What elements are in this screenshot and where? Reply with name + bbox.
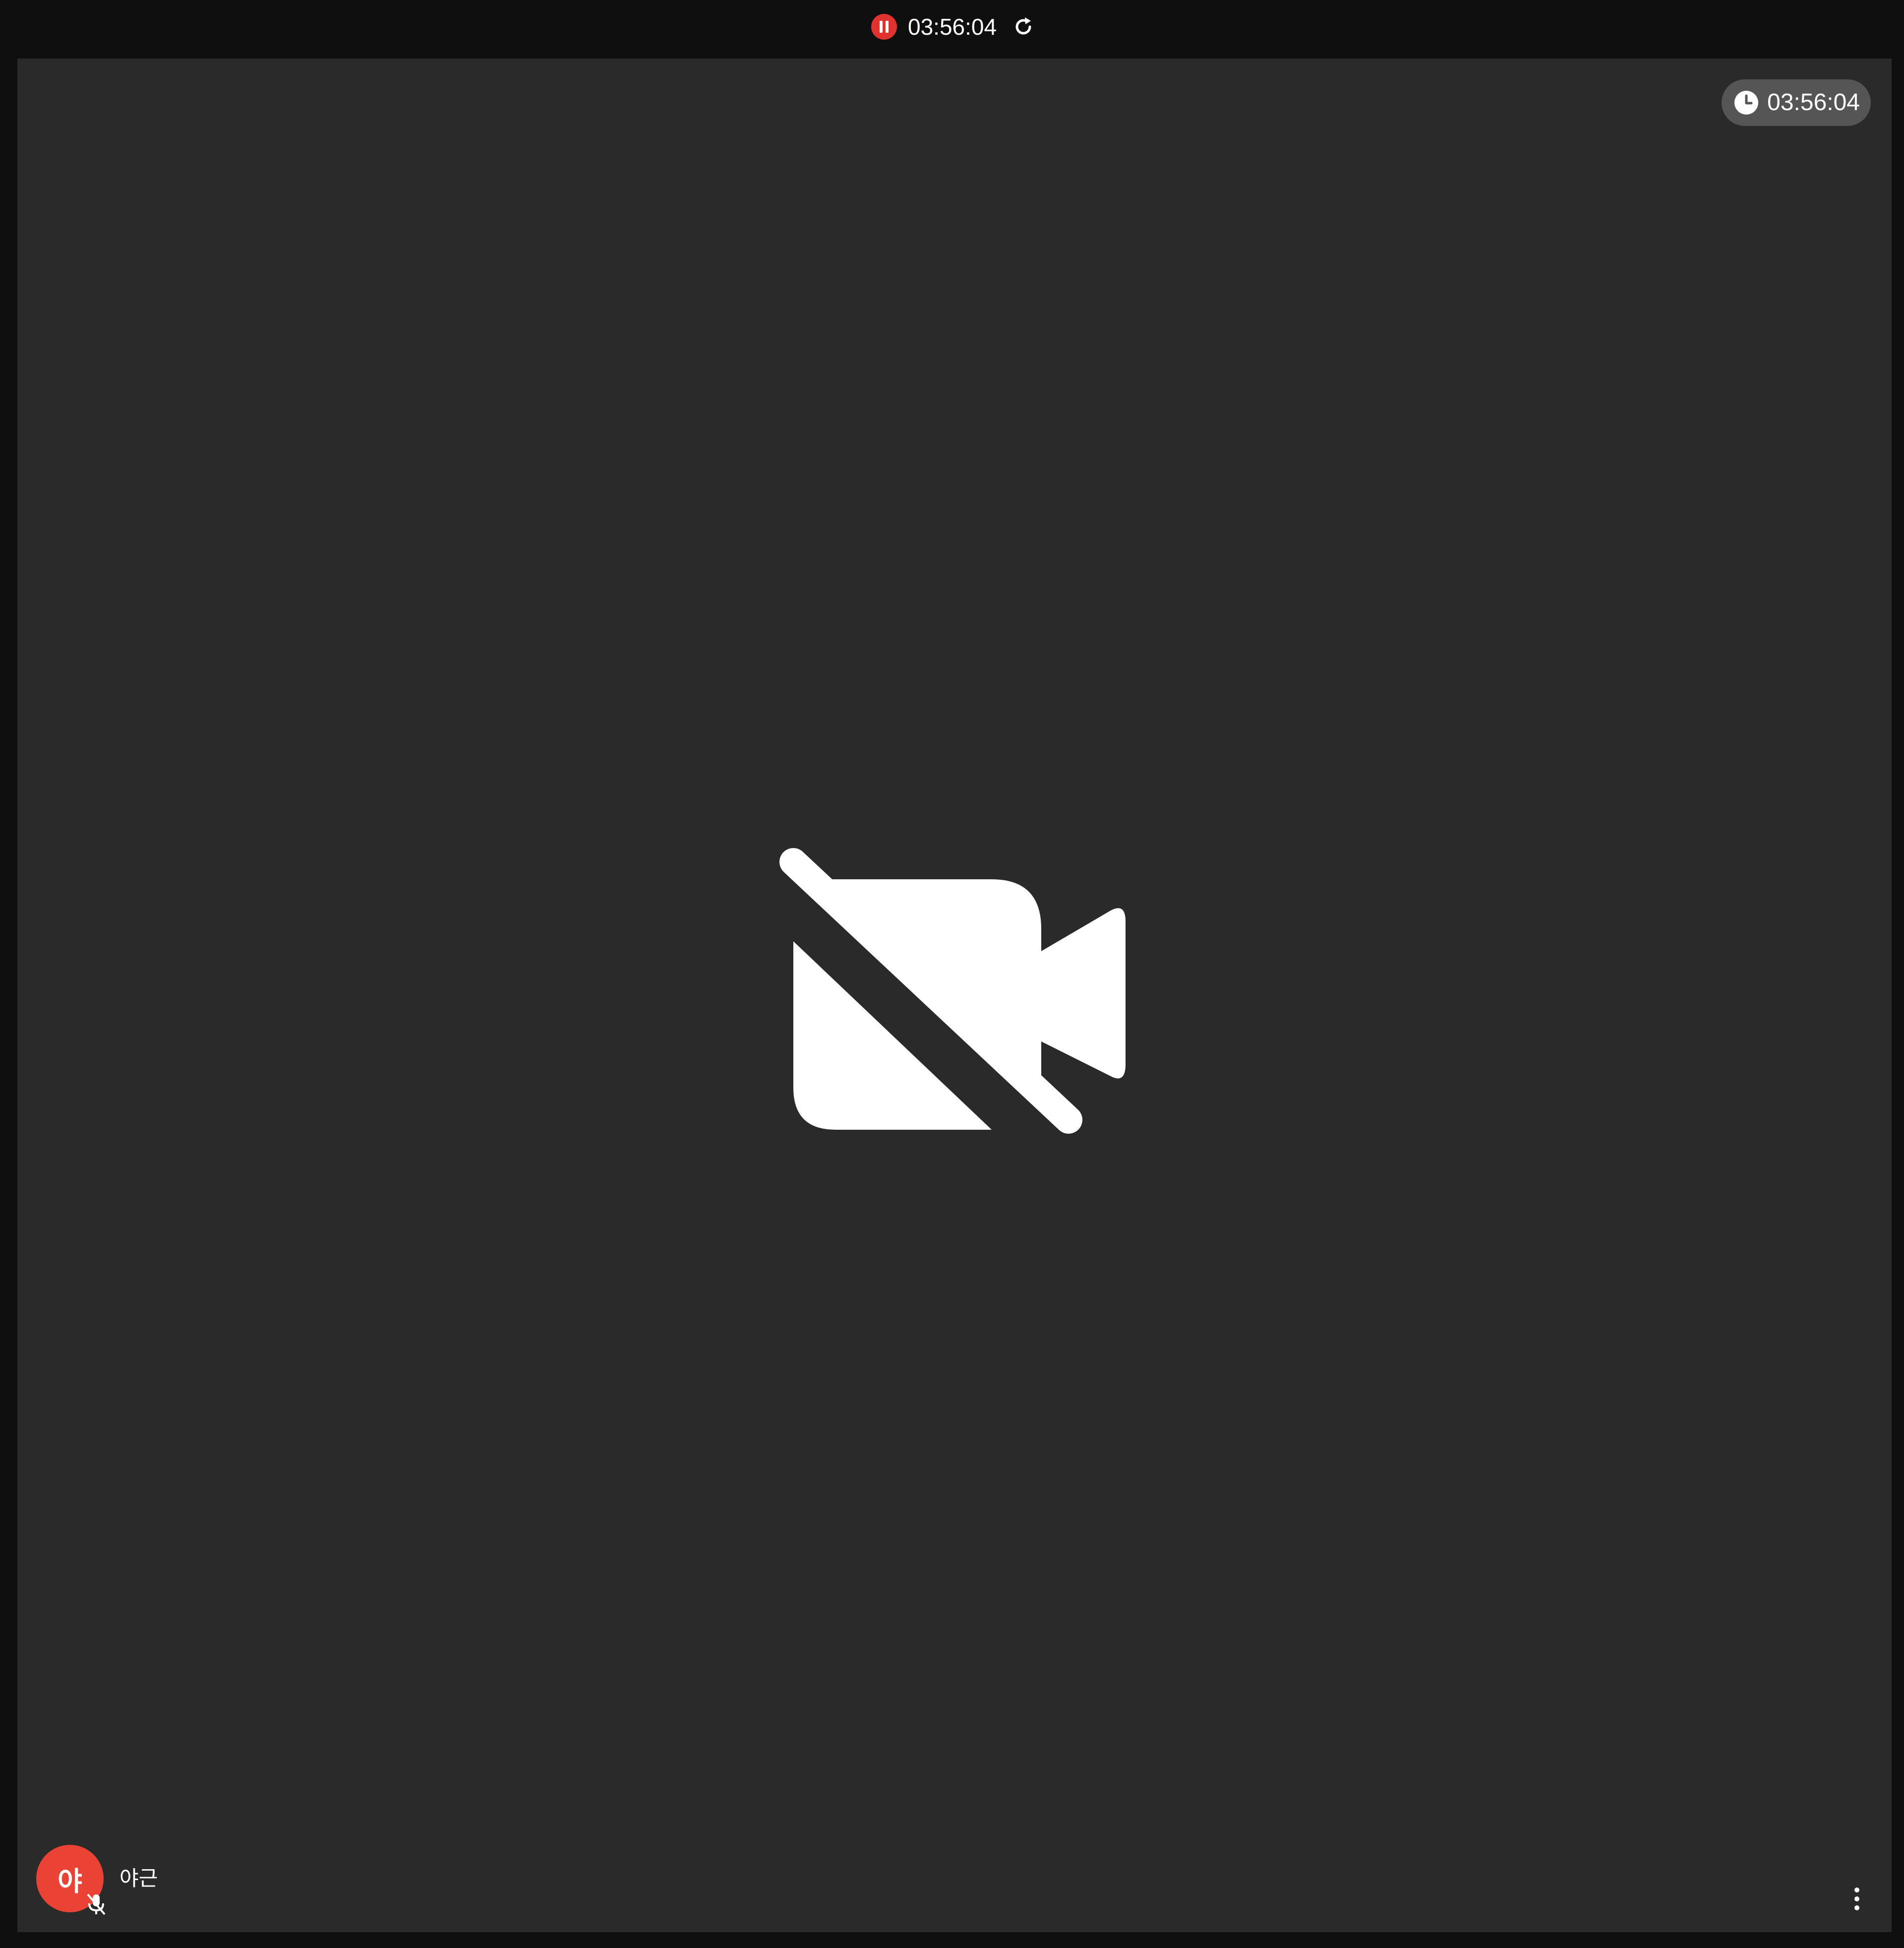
clock-icon xyxy=(1733,90,1759,116)
mic-off-icon xyxy=(83,1890,110,1917)
avatar-initial: 야 xyxy=(58,1866,82,1896)
recording-bar: 03:56:04 xyxy=(0,0,1904,59)
refresh-icon xyxy=(1015,17,1031,35)
refresh-recording-button[interactable] xyxy=(1010,13,1037,41)
meeting-timer: 03:56:04 xyxy=(1722,79,1871,126)
participant-name: 야근 xyxy=(119,1867,158,1890)
more-vertical-icon xyxy=(1854,1887,1859,1910)
participant-video-tile[interactable]: 03:56:04 야 야근 xyxy=(17,59,1892,1932)
meeting-window: 03:56:04 03:56:04 야 야근 xyxy=(0,0,1904,1948)
meeting-timer-text: 03:56:04 xyxy=(1767,89,1860,116)
recording-elapsed-time: 03:56:04 xyxy=(908,14,997,40)
more-options-button[interactable] xyxy=(1842,1882,1872,1916)
pause-icon xyxy=(871,14,897,40)
avatar: 야 xyxy=(36,1845,106,1915)
recording-status: 03:56:04 xyxy=(870,12,1037,42)
pause-recording-button[interactable] xyxy=(870,13,898,41)
video-camera-off-icon xyxy=(779,848,1126,1134)
bottom-toolbar-edge xyxy=(0,1932,1904,1948)
participant-label: 야 야근 xyxy=(36,1844,158,1915)
